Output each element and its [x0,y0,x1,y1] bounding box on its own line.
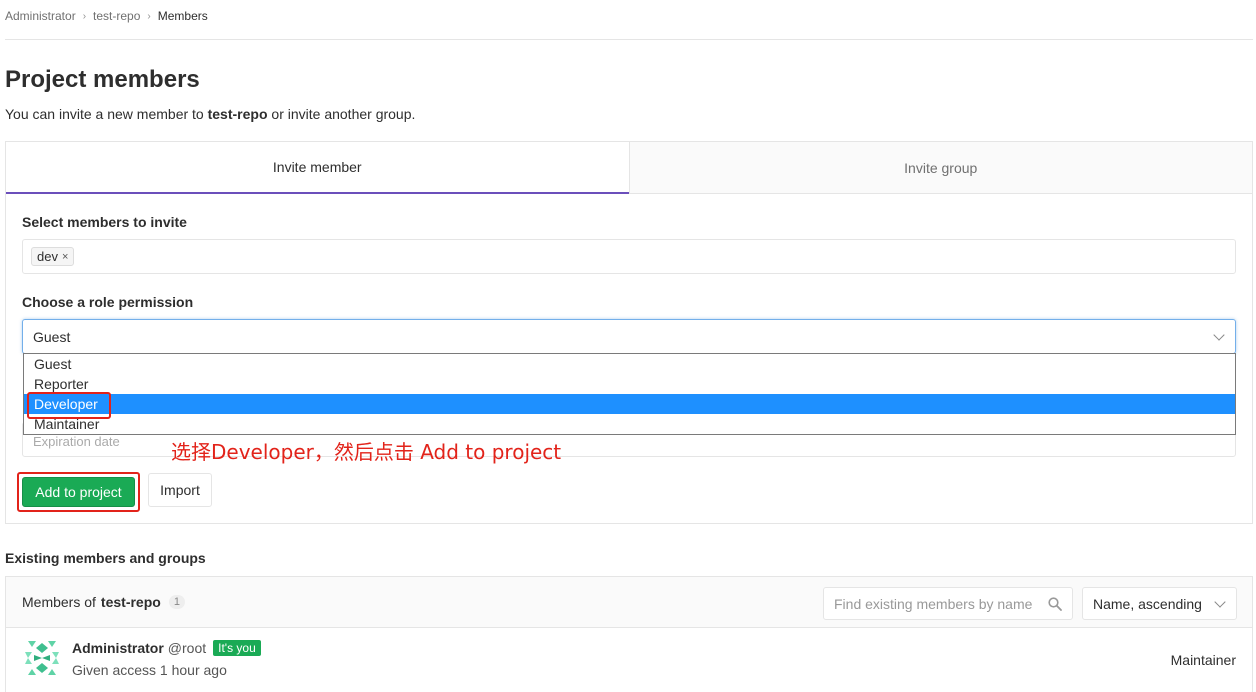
role-option-reporter[interactable]: Reporter [24,374,1235,394]
add-button-highlight-box: Add to project [17,472,140,512]
breadcrumb-item-administrator[interactable]: Administrator [5,9,76,23]
chevron-right-icon: › [147,10,151,22]
members-header-title: Members of test-repo 1 [22,594,185,610]
add-to-project-button[interactable]: Add to project [22,477,135,507]
sort-select[interactable]: Name, ascending [1082,587,1237,620]
invite-tabs: Invite member Invite group [6,142,1252,194]
close-icon[interactable]: × [62,251,68,263]
breadcrumb-item-members[interactable]: Members [158,9,208,23]
its-you-badge: It's you [213,640,261,656]
role-option-guest[interactable]: Guest [24,354,1235,374]
page-intro: You can invite a new member to test-repo… [5,106,415,122]
member-count-badge: 1 [168,595,185,609]
member-token-label: dev [37,249,58,264]
chevron-right-icon: › [82,10,87,22]
existing-members-heading: Existing members and groups [5,550,206,566]
breadcrumb-item-project[interactable]: test-repo [93,9,140,23]
members-header-project: test-repo [100,594,161,610]
chevron-down-icon [1213,328,1225,341]
member-search-input[interactable]: Find existing members by name [823,587,1073,620]
search-icon[interactable] [1048,596,1062,611]
role-permission-select[interactable]: Guest [22,319,1236,354]
member-username: @root [167,640,207,656]
chevron-down-icon [1214,595,1226,608]
import-button[interactable]: Import [148,473,212,507]
member-role: Maintainer [1170,652,1236,668]
members-list-panel: Members of test-repo 1 Find existing mem… [5,576,1253,692]
members-header-prefix: Members of [22,594,96,610]
member-name[interactable]: Administrator [72,640,164,656]
breadcrumb: Administrator › test-repo › Members [5,9,208,23]
role-permission-label: Choose a role permission [22,294,194,310]
member-token: dev × [31,247,75,266]
role-dropdown-list: Guest Reporter Developer Maintainer [23,353,1236,435]
header-divider [5,39,1253,40]
select-members-label: Select members to invite [22,214,187,230]
identicon-avatar[interactable] [22,638,62,678]
sort-select-value: Name, ascending [1093,595,1202,612]
select-members-input[interactable]: dev × [22,239,1236,274]
intro-prefix: You can invite a new member to [5,106,208,122]
search-placeholder: Find existing members by name [834,595,1033,612]
invite-panel: Invite member Invite group Select member… [5,141,1253,524]
member-name-line: Administrator @root It's you [72,640,261,656]
tab-invite-member[interactable]: Invite member [6,142,629,194]
intro-suffix: or invite another group. [267,106,416,122]
intro-project-name: test-repo [207,106,268,122]
page-title: Project members [5,66,200,93]
member-access-time: Given access 1 hour ago [72,662,227,678]
members-list-header: Members of test-repo 1 Find existing mem… [6,577,1252,628]
role-select-value: Guest [33,328,71,345]
role-option-maintainer[interactable]: Maintainer [24,414,1235,434]
tab-invite-group[interactable]: Invite group [628,142,1252,194]
member-row: Administrator @root It's you Given acces… [6,628,1252,692]
role-option-developer[interactable]: Developer [24,394,1235,414]
instruction-annotation: 选择Developer，然后点击 Add to project [171,440,562,464]
